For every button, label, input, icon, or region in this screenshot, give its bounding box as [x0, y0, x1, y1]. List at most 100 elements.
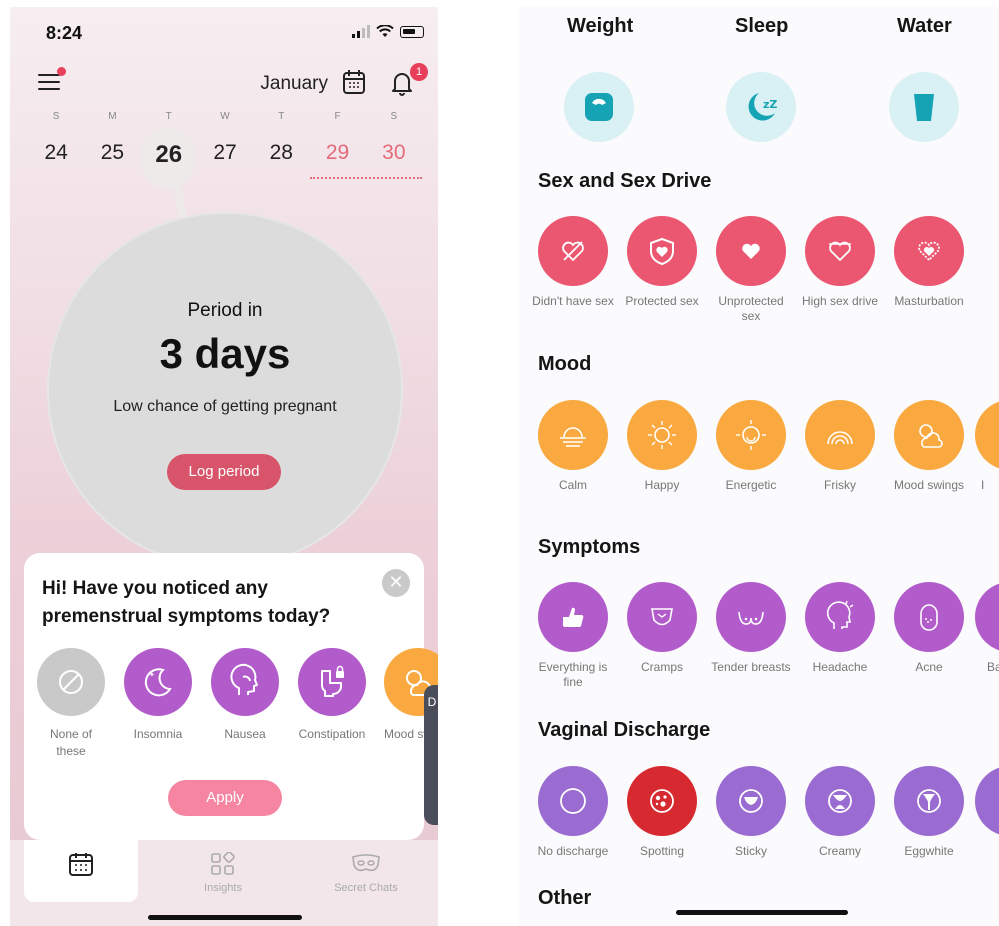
glass-icon[interactable]	[889, 72, 959, 142]
option-label: Nausea	[224, 727, 266, 741]
item-creamy[interactable]: Creamy	[797, 766, 883, 859]
item-label: Acne	[915, 660, 943, 674]
calendar-icon[interactable]	[342, 69, 366, 95]
status-time: 8:24	[46, 23, 83, 43]
month-label[interactable]: January	[260, 73, 328, 95]
tab-calendar[interactable]	[24, 840, 138, 902]
week-strip: S M T W T F S 24 25 26 27 28 29 30	[28, 111, 422, 173]
water-label: Water	[897, 15, 952, 37]
symptom-icon	[975, 582, 999, 652]
item-eggwhite[interactable]: Eggwhite	[886, 766, 972, 859]
empty-circle-icon	[538, 766, 608, 836]
toilet-lock-icon	[298, 648, 366, 716]
item-label: Mood swings	[893, 478, 965, 492]
date-cell-period[interactable]: 29	[309, 129, 365, 173]
pelvis-icon	[627, 582, 697, 652]
option-nausea[interactable]: Nausea	[210, 648, 280, 743]
pregnancy-chance: Low chance of getting pregnant	[113, 398, 337, 415]
item-acne[interactable]: Acne	[886, 582, 972, 675]
item-label: Tender breasts	[711, 660, 791, 674]
item-no-discharge[interactable]: No discharge	[530, 766, 616, 859]
item-cramps[interactable]: Cramps	[619, 582, 705, 675]
item-label: Eggwhite	[904, 844, 954, 858]
menu-button[interactable]	[38, 67, 66, 91]
eggwhite-icon	[894, 766, 964, 836]
item-mood-cutoff[interactable]: I	[975, 400, 999, 493]
item-sticky[interactable]: Sticky	[708, 766, 794, 859]
item-label: Didn't have sex	[532, 294, 614, 308]
item-unprotected-sex[interactable]: Unprotected sex	[708, 216, 794, 324]
item-discharge-cutoff[interactable]	[975, 766, 999, 844]
side-peek-panel[interactable]: D	[424, 685, 438, 825]
item-calm[interactable]: Calm	[530, 400, 616, 493]
day-letter: T	[165, 111, 172, 122]
tab-secret-chats[interactable]: Secret Chats	[306, 840, 426, 898]
close-icon[interactable]: ✕	[382, 569, 410, 597]
item-everything-fine[interactable]: Everything is fine	[530, 582, 616, 690]
sun-icon	[627, 400, 697, 470]
section-title-discharge: Vaginal Discharge	[538, 719, 711, 741]
item-protected-sex[interactable]: Protected sex	[619, 216, 705, 309]
date-cell[interactable]: 27	[197, 129, 253, 173]
moon-zz-icon[interactable]: zZ	[726, 72, 796, 142]
heart-slash-icon	[538, 216, 608, 286]
section-title-mood: Mood	[538, 353, 592, 375]
item-label: I	[981, 478, 985, 492]
item-headache[interactable]: Headache	[797, 582, 883, 675]
item-label: Energetic	[725, 478, 777, 492]
item-masturbation[interactable]: Masturbation	[886, 216, 972, 309]
prompt-question: Hi! Have you noticed any premenstrual sy…	[42, 578, 331, 627]
svg-text:zZ: zZ	[763, 98, 777, 111]
scale-icon[interactable]	[564, 72, 634, 142]
discharge-icon	[975, 766, 999, 836]
grid-diamond-icon	[211, 852, 235, 875]
option-insomnia[interactable]: ✦ Insomnia	[123, 648, 193, 743]
item-label: Unprotected sex	[718, 294, 784, 323]
date-cell[interactable]: 25	[84, 129, 140, 173]
cycle-circle: Period in 3 days Low chance of getting p…	[47, 212, 403, 568]
item-happy[interactable]: Happy	[619, 400, 705, 493]
tab-insights[interactable]: Insights	[163, 840, 283, 898]
item-frisky[interactable]: Frisky	[797, 400, 883, 493]
date-cell-period[interactable]: 30	[366, 129, 422, 173]
head-pain-icon	[805, 582, 875, 652]
date-cell[interactable]: 28	[253, 129, 309, 173]
item-label: No discharge	[537, 844, 609, 858]
day-letter: W	[220, 111, 230, 122]
heart-arrow-icon	[805, 216, 875, 286]
option-none[interactable]: None of these	[36, 648, 106, 760]
item-energetic[interactable]: Energetic	[708, 400, 794, 493]
rainbow-icon	[805, 400, 875, 470]
bottom-tab-bar: Insights Secret Chats	[10, 840, 438, 926]
day-letter: S	[390, 111, 398, 122]
mood-icon	[975, 400, 999, 470]
option-label: Constipation	[298, 727, 366, 741]
head-profile-icon	[211, 648, 279, 716]
log-period-button[interactable]: Log period	[167, 454, 281, 490]
item-label: Protected sex	[625, 294, 699, 308]
signal-icon	[352, 25, 370, 38]
date-cell-today[interactable]: 26	[141, 129, 197, 173]
face-dots-icon	[894, 582, 964, 652]
svg-text:✦: ✦	[149, 671, 155, 679]
item-label: Masturbation	[894, 294, 964, 308]
item-high-sex-drive[interactable]: High sex drive	[797, 216, 883, 309]
item-didnt-have-sex[interactable]: Didn't have sex	[530, 216, 616, 309]
item-label: Creamy	[818, 844, 861, 858]
item-symptom-cutoff[interactable]: Ba	[975, 582, 999, 675]
item-mood-swings[interactable]: Mood swings	[886, 400, 972, 493]
apply-button[interactable]: Apply	[168, 780, 282, 816]
tracking-screen: Weight Sleep Water zZ Sex and Sex Drive …	[519, 7, 999, 926]
item-label: Frisky	[824, 478, 856, 492]
home-indicator	[676, 910, 848, 915]
sun-cloud-icon	[894, 400, 964, 470]
date-cell[interactable]: 24	[28, 129, 84, 173]
home-indicator	[148, 915, 302, 920]
item-label: Cramps	[640, 660, 683, 674]
home-screen: 8:24 January 1 S M T W T F S 24 25 26 27…	[10, 7, 438, 926]
option-constipation[interactable]: Constipation	[297, 648, 367, 743]
item-tender-breasts[interactable]: Tender breasts	[708, 582, 794, 675]
day-letter: T	[278, 111, 285, 122]
item-spotting[interactable]: Spotting	[619, 766, 705, 859]
period-in-label: Period in	[187, 300, 263, 321]
